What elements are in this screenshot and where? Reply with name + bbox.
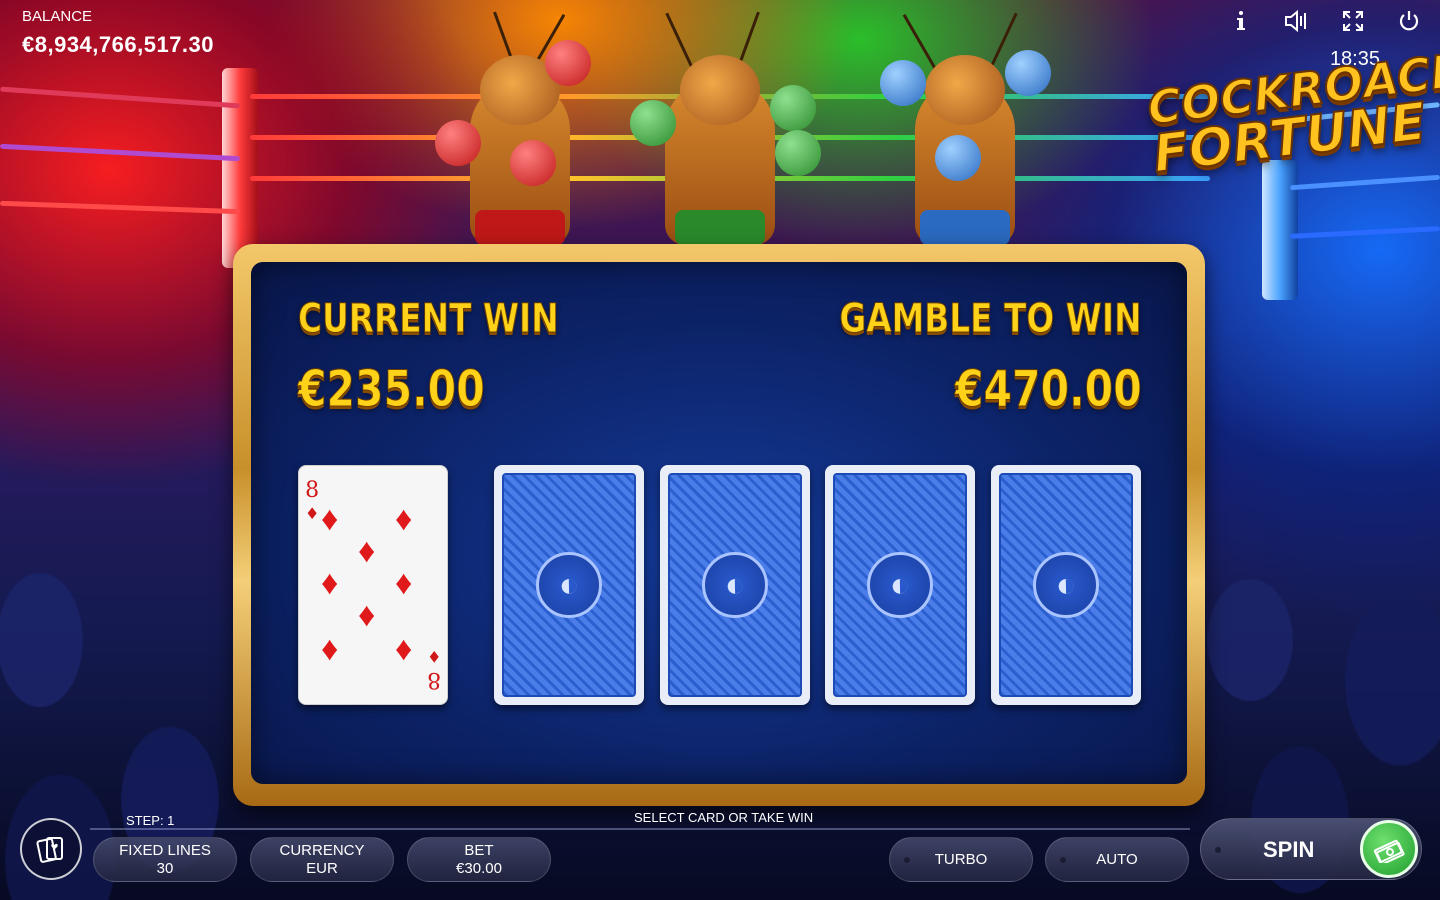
currency-value: EUR bbox=[306, 859, 338, 877]
diamond-pip: ♦ bbox=[358, 532, 376, 570]
card-back-emblem-icon: ◐ bbox=[1033, 552, 1099, 618]
card-index-top: 8 ♦ bbox=[305, 480, 319, 524]
currency-label: CURRENCY bbox=[279, 841, 365, 859]
card-back-pattern: ◐ bbox=[668, 473, 802, 697]
bottom-divider bbox=[90, 828, 1190, 830]
power-icon[interactable] bbox=[1396, 8, 1422, 34]
card-back-emblem-icon: ◐ bbox=[536, 552, 602, 618]
diamond-pip: ♦ bbox=[395, 564, 413, 602]
face-down-card-2[interactable]: ◐ bbox=[660, 465, 810, 705]
currency-button[interactable]: CURRENCY EUR bbox=[250, 837, 394, 882]
bet-value: €30.00 bbox=[456, 859, 502, 877]
toggle-indicator bbox=[904, 857, 910, 863]
spin-label: SPIN bbox=[1263, 837, 1315, 862]
diamond-pip: ♦ bbox=[358, 596, 376, 634]
turbo-button[interactable]: TURBO bbox=[889, 837, 1033, 882]
green-cockroach-boxer bbox=[630, 10, 821, 245]
bet-button[interactable]: BET €30.00 bbox=[407, 837, 551, 882]
card-suit: ♦ bbox=[305, 504, 320, 523]
fullscreen-icon[interactable] bbox=[1340, 8, 1366, 34]
cards-icon bbox=[36, 837, 63, 863]
diamond-pip: ♦ bbox=[321, 564, 339, 602]
fixed-lines-button[interactable]: FIXED LINES 30 bbox=[93, 837, 237, 882]
card-back-pattern: ◐ bbox=[833, 473, 967, 697]
sound-icon[interactable] bbox=[1284, 8, 1310, 34]
toggle-indicator bbox=[1060, 857, 1066, 863]
fixed-lines-label: FIXED LINES bbox=[119, 841, 211, 859]
diamond-pip: ♦ bbox=[395, 630, 413, 668]
card-rank: 8 bbox=[305, 478, 320, 503]
info-icon[interactable] bbox=[1228, 8, 1254, 34]
top-toolbar bbox=[1228, 8, 1422, 34]
diamond-pip: ♦ bbox=[395, 500, 413, 538]
auto-label: AUTO bbox=[1096, 850, 1138, 868]
gamble-to-win-label: GAMBLE TO WIN bbox=[839, 296, 1142, 343]
card-back-pattern: ◐ bbox=[502, 473, 636, 697]
card-back-emblem-icon: ◐ bbox=[702, 552, 768, 618]
face-down-card-1[interactable]: ◐ bbox=[494, 465, 644, 705]
auto-button[interactable]: AUTO bbox=[1045, 837, 1189, 882]
ring-post-right bbox=[1262, 160, 1298, 300]
gamble-card-button[interactable] bbox=[20, 818, 82, 880]
take-win-cash-icon[interactable] bbox=[1360, 820, 1418, 878]
card-back-emblem-icon: ◐ bbox=[867, 552, 933, 618]
bet-label: BET bbox=[464, 841, 494, 859]
current-win-value: €235.00 bbox=[298, 360, 486, 419]
card-index-bottom: 8 ♦ bbox=[426, 646, 441, 692]
current-win-label: CURRENT WIN bbox=[298, 296, 560, 343]
blue-cockroach-boxer bbox=[880, 10, 1051, 245]
dealer-card: 8 ♦ 8 ♦ ♦ ♦ ♦ ♦ ♦ ♦ ♦ ♦ bbox=[298, 465, 448, 705]
face-down-card-3[interactable]: ◐ bbox=[825, 465, 975, 705]
diamond-pip: ♦ bbox=[321, 500, 339, 538]
toggle-indicator bbox=[1215, 847, 1221, 853]
balance-label: BALANCE bbox=[22, 8, 93, 25]
spin-button[interactable]: SPIN bbox=[1200, 818, 1422, 880]
card-rank: 8 bbox=[426, 667, 441, 692]
card-suit: ♦ bbox=[426, 647, 441, 666]
gamble-step: STEP: 1 bbox=[126, 813, 175, 828]
card-back-pattern: ◐ bbox=[999, 473, 1133, 697]
gamble-to-win-value: €470.00 bbox=[955, 360, 1143, 419]
diamond-pip: ♦ bbox=[321, 630, 339, 668]
turbo-label: TURBO bbox=[934, 850, 988, 868]
fixed-lines-value: 30 bbox=[156, 859, 174, 877]
balance-value: €8,934,766,517.30 bbox=[22, 32, 215, 57]
instruction-text: SELECT CARD OR TAKE WIN bbox=[634, 810, 814, 825]
face-down-card-4[interactable]: ◐ bbox=[991, 465, 1141, 705]
red-cockroach-boxer bbox=[435, 10, 605, 245]
